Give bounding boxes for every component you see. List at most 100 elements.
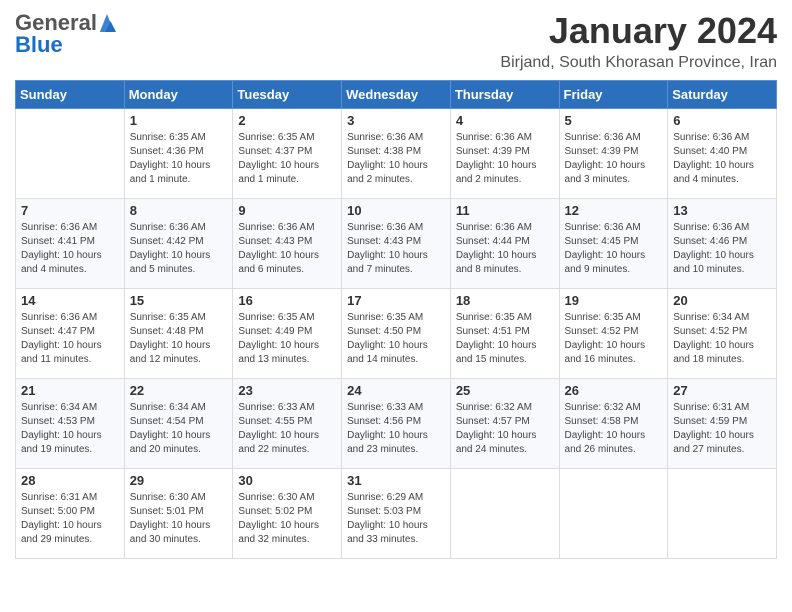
calendar-cell: 31 Sunrise: 6:29 AM Sunset: 5:03 PM Dayli… [342,469,451,559]
calendar-cell: 2 Sunrise: 6:35 AM Sunset: 4:37 PM Daylig… [233,109,342,199]
calendar-cell [559,469,668,559]
day-number: 22 [130,383,228,398]
calendar-cell: 18Sunrise: 6:35 AM Sunset: 4:51 PM Dayli… [450,289,559,379]
calendar-cell: 11 Sunrise: 6:36 AM Sunset: 4:44 PM Dayli… [450,199,559,289]
day-number: 17 [347,293,445,308]
calendar-cell: 22Sunrise: 6:34 AM Sunset: 4:54 PM Dayli… [124,379,233,469]
day-number: 29 [130,473,228,488]
calendar-cell: 5Sunrise: 6:36 AM Sunset: 4:39 PM Daylig… [559,109,668,199]
calendar-cell: 21Sunrise: 6:34 AM Sunset: 4:53 PM Dayli… [16,379,125,469]
calendar-week-3: 14 Sunrise: 6:36 AM Sunset: 4:47 PM Dayli… [16,289,777,379]
calendar-cell: 16 Sunrise: 6:35 AM Sunset: 4:49 PM Dayli… [233,289,342,379]
day-info: Sunrise: 6:36 AM Sunset: 4:45 PM Dayligh… [565,221,663,277]
calendar-week-4: 21Sunrise: 6:34 AM Sunset: 4:53 PM Dayli… [16,379,777,469]
logo-icon [98,12,116,34]
day-number: 3 [347,113,445,128]
calendar-table: SundayMondayTuesdayWednesdayThursdayFrid… [15,80,777,559]
calendar-week-1: 1 Sunrise: 6:35 AM Sunset: 4:36 PM Daylig… [16,109,777,199]
day-info: Sunrise: 6:36 AM Sunset: 4:47 PM Dayligh… [21,311,119,367]
day-of-week-thursday: Thursday [450,81,559,109]
day-info: Sunrise: 6:35 AM Sunset: 4:51 PM Dayligh… [456,311,554,367]
day-number: 14 [21,293,119,308]
calendar-cell: 29 Sunrise: 6:30 AM Sunset: 5:01 PM Dayli… [124,469,233,559]
day-info: Sunrise: 6:32 AM Sunset: 4:58 PM Dayligh… [565,401,663,457]
day-number: 19 [565,293,663,308]
calendar-header: SundayMondayTuesdayWednesdayThursdayFrid… [16,81,777,109]
calendar-cell: 7Sunrise: 6:36 AM Sunset: 4:41 PM Daylig… [16,199,125,289]
location-subtitle: Birjand, South Khorasan Province, Iran [500,54,777,72]
calendar-cell: 30Sunrise: 6:30 AM Sunset: 5:02 PM Dayli… [233,469,342,559]
calendar-cell: 4 Sunrise: 6:36 AM Sunset: 4:39 PM Daylig… [450,109,559,199]
day-of-week-wednesday: Wednesday [342,81,451,109]
day-number: 2 [238,113,336,128]
calendar-cell: 28 Sunrise: 6:31 AM Sunset: 5:00 PM Dayli… [16,469,125,559]
day-info: Sunrise: 6:35 AM Sunset: 4:37 PM Dayligh… [238,131,336,187]
calendar-cell: 8Sunrise: 6:36 AM Sunset: 4:42 PM Daylig… [124,199,233,289]
day-number: 23 [238,383,336,398]
day-info: Sunrise: 6:36 AM Sunset: 4:46 PM Dayligh… [673,221,771,277]
calendar-cell: 14 Sunrise: 6:36 AM Sunset: 4:47 PM Dayli… [16,289,125,379]
day-number: 6 [673,113,771,128]
calendar-cell [668,469,777,559]
day-number: 31 [347,473,445,488]
day-number: 24 [347,383,445,398]
day-info: Sunrise: 6:36 AM Sunset: 4:43 PM Dayligh… [238,221,336,277]
calendar-week-2: 7Sunrise: 6:36 AM Sunset: 4:41 PM Daylig… [16,199,777,289]
day-info: Sunrise: 6:31 AM Sunset: 4:59 PM Dayligh… [673,401,771,457]
calendar-cell: 1 Sunrise: 6:35 AM Sunset: 4:36 PM Daylig… [124,109,233,199]
day-info: Sunrise: 6:33 AM Sunset: 4:56 PM Dayligh… [347,401,445,457]
day-info: Sunrise: 6:35 AM Sunset: 4:36 PM Dayligh… [130,131,228,187]
calendar-cell: 23 Sunrise: 6:33 AM Sunset: 4:55 PM Dayli… [233,379,342,469]
day-number: 28 [21,473,119,488]
calendar-cell: 9Sunrise: 6:36 AM Sunset: 4:43 PM Daylig… [233,199,342,289]
day-of-week-monday: Monday [124,81,233,109]
day-info: Sunrise: 6:32 AM Sunset: 4:57 PM Dayligh… [456,401,554,457]
calendar-cell: 3 Sunrise: 6:36 AM Sunset: 4:38 PM Daylig… [342,109,451,199]
calendar-cell: 24 Sunrise: 6:33 AM Sunset: 4:56 PM Dayli… [342,379,451,469]
calendar-cell: 12Sunrise: 6:36 AM Sunset: 4:45 PM Dayli… [559,199,668,289]
calendar-cell: 20 Sunrise: 6:34 AM Sunset: 4:52 PM Dayli… [668,289,777,379]
day-info: Sunrise: 6:36 AM Sunset: 4:39 PM Dayligh… [456,131,554,187]
day-number: 1 [130,113,228,128]
day-of-week-friday: Friday [559,81,668,109]
day-info: Sunrise: 6:30 AM Sunset: 5:01 PM Dayligh… [130,491,228,547]
day-info: Sunrise: 6:36 AM Sunset: 4:38 PM Dayligh… [347,131,445,187]
calendar-cell: 27 Sunrise: 6:31 AM Sunset: 4:59 PM Dayli… [668,379,777,469]
day-info: Sunrise: 6:29 AM Sunset: 5:03 PM Dayligh… [347,491,445,547]
day-number: 13 [673,203,771,218]
day-of-week-tuesday: Tuesday [233,81,342,109]
calendar-week-5: 28 Sunrise: 6:31 AM Sunset: 5:00 PM Dayli… [16,469,777,559]
day-number: 30 [238,473,336,488]
day-of-week-sunday: Sunday [16,81,125,109]
calendar-cell: 19 Sunrise: 6:35 AM Sunset: 4:52 PM Dayli… [559,289,668,379]
day-info: Sunrise: 6:31 AM Sunset: 5:00 PM Dayligh… [21,491,119,547]
title-block: January 2024 Birjand, South Khorasan Pro… [500,10,777,72]
calendar-cell [16,109,125,199]
calendar-cell: 13 Sunrise: 6:36 AM Sunset: 4:46 PM Dayli… [668,199,777,289]
day-number: 16 [238,293,336,308]
calendar-cell: 17 Sunrise: 6:35 AM Sunset: 4:50 PM Dayli… [342,289,451,379]
day-number: 4 [456,113,554,128]
day-number: 25 [456,383,554,398]
day-number: 26 [565,383,663,398]
day-info: Sunrise: 6:35 AM Sunset: 4:49 PM Dayligh… [238,311,336,367]
day-info: Sunrise: 6:36 AM Sunset: 4:40 PM Dayligh… [673,131,771,187]
month-title: January 2024 [500,10,777,52]
day-info: Sunrise: 6:35 AM Sunset: 4:48 PM Dayligh… [130,311,228,367]
day-of-week-saturday: Saturday [668,81,777,109]
day-number: 10 [347,203,445,218]
day-number: 21 [21,383,119,398]
day-info: Sunrise: 6:34 AM Sunset: 4:52 PM Dayligh… [673,311,771,367]
day-info: Sunrise: 6:36 AM Sunset: 4:42 PM Dayligh… [130,221,228,277]
day-info: Sunrise: 6:33 AM Sunset: 4:55 PM Dayligh… [238,401,336,457]
calendar-cell: 6 Sunrise: 6:36 AM Sunset: 4:40 PM Daylig… [668,109,777,199]
day-number: 20 [673,293,771,308]
day-info: Sunrise: 6:36 AM Sunset: 4:44 PM Dayligh… [456,221,554,277]
day-info: Sunrise: 6:35 AM Sunset: 4:50 PM Dayligh… [347,311,445,367]
day-number: 7 [21,203,119,218]
day-number: 11 [456,203,554,218]
calendar-cell: 15Sunrise: 6:35 AM Sunset: 4:48 PM Dayli… [124,289,233,379]
day-info: Sunrise: 6:35 AM Sunset: 4:52 PM Dayligh… [565,311,663,367]
calendar-cell: 26 Sunrise: 6:32 AM Sunset: 4:58 PM Dayli… [559,379,668,469]
day-number: 27 [673,383,771,398]
